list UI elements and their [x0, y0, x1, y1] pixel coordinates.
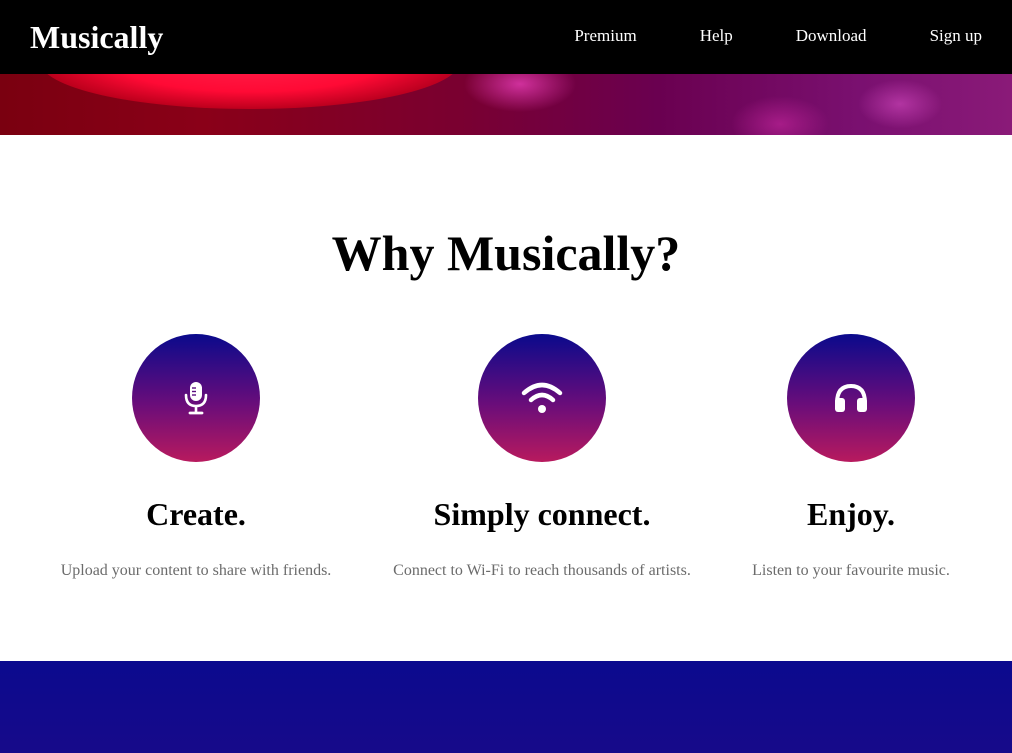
microphone-icon	[183, 381, 209, 415]
feature-icon-circle	[478, 334, 606, 462]
features-section: Why Musically? Create. Upload your conte…	[0, 135, 1012, 661]
feature-simply-connect: Simply connect. Connect to Wi-Fi to reac…	[372, 334, 712, 582]
hero-image	[0, 74, 1012, 135]
feature-title: Create.	[146, 496, 246, 532]
nav-link-sign-up[interactable]: Sign up	[930, 24, 982, 48]
nav-link-download[interactable]: Download	[796, 24, 867, 48]
feature-description: Connect to Wi-Fi to reach thousands of a…	[393, 562, 691, 579]
section-title: Why Musically?	[331, 225, 681, 281]
wifi-icon	[521, 382, 563, 414]
hero-glow	[40, 74, 460, 109]
nav-links: Premium Help Download Sign up	[574, 24, 982, 48]
feature-enjoy: Enjoy. Listen to your favourite music.	[681, 334, 1012, 582]
feature-icon-circle	[132, 334, 260, 462]
feature-create: Create. Upload your content to share wit…	[26, 334, 366, 582]
brand-logo[interactable]: Musically	[30, 17, 163, 57]
nav-link-premium[interactable]: Premium	[574, 24, 636, 48]
navbar: Musically Premium Help Download Sign up	[0, 0, 1012, 74]
nav-link-help[interactable]: Help	[700, 24, 733, 48]
feature-title: Simply connect.	[433, 496, 651, 532]
bottom-section	[0, 661, 1012, 753]
feature-icon-circle	[787, 334, 915, 462]
feature-title: Enjoy.	[806, 496, 896, 532]
feature-description: Upload your content to share with friend…	[60, 562, 332, 579]
headphones-icon	[833, 383, 869, 413]
feature-description: Listen to your favourite music.	[752, 562, 950, 579]
